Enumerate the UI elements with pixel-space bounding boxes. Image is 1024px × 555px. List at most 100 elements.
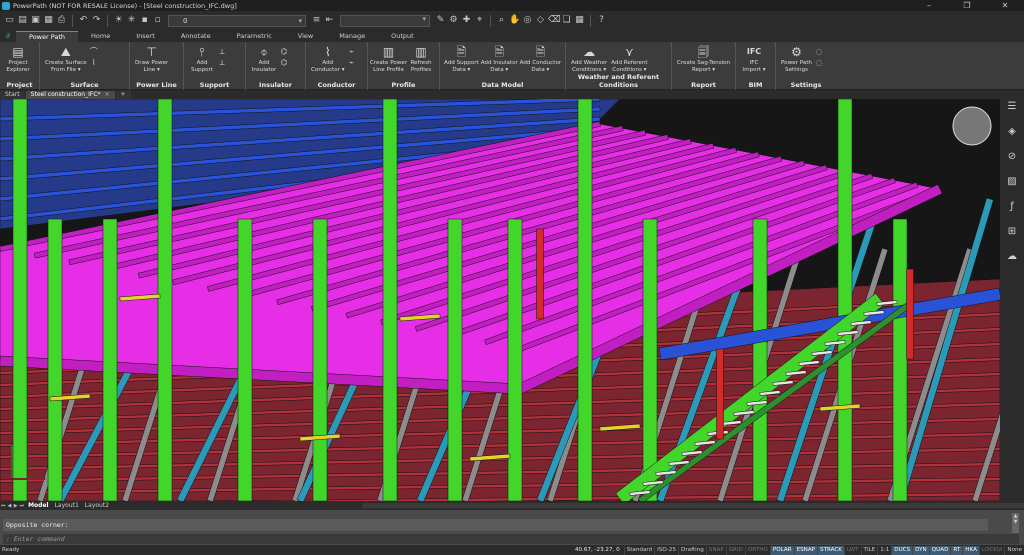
status-toggle-iso-25[interactable]: ISO-25 — [654, 545, 678, 555]
create-profile-button[interactable]: ▥ Create Power Line Profile — [370, 44, 407, 73]
new-tab-icon[interactable]: + — [115, 91, 131, 99]
close-tab-icon[interactable]: × — [105, 91, 110, 98]
status-toggle-snap[interactable]: SNAP — [705, 545, 726, 555]
status-toggle-lockui[interactable]: LOCKUI — [978, 545, 1005, 555]
tab-manage[interactable]: Manage — [326, 31, 378, 42]
status-toggle-drafting[interactable]: Drafting — [678, 545, 706, 555]
attach-clip-icon[interactable]: ⊘ — [1005, 150, 1019, 164]
status-toggle-none[interactable]: None — [1004, 545, 1024, 555]
tab-layout2[interactable]: Layout2 — [82, 502, 112, 509]
status-toggle-dyn[interactable]: DYN — [912, 545, 929, 555]
print-icon[interactable]: ⎙ — [56, 15, 67, 26]
tab-home[interactable]: Home — [78, 31, 123, 42]
layer-manager-icon[interactable]: ≡ — [311, 15, 322, 26]
tab-parametric[interactable]: Parametric — [224, 31, 285, 42]
create-report-button[interactable]: 🗐 Create Sag-Tension Report ▾ — [677, 44, 730, 73]
add-referent-button[interactable]: ⋎ Add Referent Conditions ▾ — [611, 44, 647, 73]
refresh-profiles-button[interactable]: ▥ Refresh Profiles — [408, 44, 434, 73]
tab-output[interactable]: Output — [378, 31, 427, 42]
layer-freeze-icon[interactable]: ✳ — [126, 15, 137, 26]
erase-icon[interactable]: ⌫ — [548, 15, 561, 26]
status-toggle-polar[interactable]: POLAR — [769, 545, 794, 555]
help-icon[interactable]: ? — [596, 15, 607, 26]
support-move-icon[interactable]: ⟂ — [217, 58, 227, 67]
tab-annotate[interactable]: Annotate — [168, 31, 224, 42]
horizontal-scrollbar[interactable] — [362, 503, 1024, 508]
insulator-move-icon[interactable]: ⌬ — [279, 58, 289, 67]
redo-icon[interactable]: ↷ — [91, 15, 102, 26]
tab-document[interactable]: Steel construction_IFC* × — [25, 91, 115, 99]
add-insulator-button[interactable]: ⌽ Add Insulator — [251, 44, 277, 73]
open-folder-icon[interactable]: ▤ — [17, 15, 28, 26]
tab-start[interactable]: Start — [0, 91, 25, 99]
view-cube-icon[interactable]: ◇ — [535, 15, 546, 26]
draw-power-line-button[interactable]: ⊤ Draw Power Line ▾ — [135, 44, 168, 73]
layer-previous-icon[interactable]: ⇤ — [324, 15, 335, 26]
support-edit-icon[interactable]: ⟂ — [217, 47, 227, 56]
status-toggle-quad[interactable]: QUAD — [928, 545, 951, 555]
save-icon[interactable]: ▣ — [30, 15, 41, 26]
status-toggle-hka[interactable]: HKA — [962, 545, 979, 555]
orbit-icon[interactable]: ◎ — [522, 15, 533, 26]
tab-insert[interactable]: Insert — [123, 31, 168, 42]
drawing-canvas[interactable] — [0, 99, 1000, 501]
settings-help-icon[interactable]: ◌ — [814, 47, 824, 56]
layers-stack-icon[interactable]: ◈ — [1005, 125, 1019, 139]
layer-bulb-icon[interactable]: ☀ — [113, 15, 124, 26]
tab-model[interactable]: Model — [25, 502, 52, 509]
status-toggle-standard[interactable]: Standard — [623, 545, 654, 555]
ifc-import-button[interactable]: IFC IFC Import ▾ — [741, 44, 767, 73]
add-support-button[interactable]: ⫯ Add Support — [189, 44, 215, 73]
new-file-icon[interactable]: ▭ — [4, 15, 15, 26]
project-explorer-button[interactable]: ▤ Project Explorer — [5, 44, 31, 73]
cloud-upload-icon[interactable]: ☁ — [1005, 250, 1019, 264]
add-conductor-button[interactable]: ⌇ Add Conductor ▾ — [311, 44, 345, 73]
structure-tree-icon[interactable]: ⊞ — [1005, 225, 1019, 239]
insulator-edit-icon[interactable]: ⌬ — [279, 47, 289, 56]
power-path-settings-button[interactable]: ⚙ Power Path Settings — [781, 44, 812, 73]
conductor-move-icon[interactable]: ⌁ — [347, 58, 357, 67]
view-cube-icon[interactable] — [952, 106, 992, 146]
create-surface-button[interactable]: ⛰ Create Surface From File ▾ — [45, 44, 87, 73]
measure-icon[interactable]: ⌖ — [474, 15, 485, 26]
conductor-edit-icon[interactable]: ⌁ — [347, 47, 357, 56]
calculator-icon[interactable]: ▦ — [574, 15, 585, 26]
function-fx-icon[interactable]: ƒ — [1005, 200, 1019, 214]
copy-icon[interactable]: ❏ — [561, 15, 572, 26]
color-dropdown[interactable] — [340, 14, 430, 27]
match-props-icon[interactable]: ✎ — [435, 15, 446, 26]
close-icon[interactable]: ✕ — [986, 0, 1024, 11]
layer-dropdown[interactable]: 0 — [168, 14, 306, 27]
status-toggle-grid[interactable]: GRID — [725, 545, 745, 555]
status-toggle-esnap[interactable]: ESNAP — [793, 545, 818, 555]
command-scrollbar[interactable]: ▲ ▼ — [1012, 513, 1019, 533]
tab-layout1[interactable]: Layout1 — [52, 502, 82, 509]
hatch-icon[interactable]: ▨ — [1005, 175, 1019, 189]
tab-view[interactable]: View — [285, 31, 326, 42]
status-toggle-lwt[interactable]: LWT — [843, 545, 861, 555]
layer-print-icon[interactable]: ▫ — [152, 15, 163, 26]
command-input[interactable]: : Enter command — [3, 534, 1019, 544]
surface-edit-icon[interactable]: ⌇ — [89, 58, 99, 67]
zoom-icon[interactable]: ⌕ — [496, 15, 507, 26]
status-toggle-strack[interactable]: STRACK — [817, 545, 844, 555]
surface-tool-icon[interactable]: ⌒ — [89, 47, 99, 56]
undo-icon[interactable]: ↶ — [78, 15, 89, 26]
minimize-icon[interactable]: – — [910, 0, 948, 11]
tab-power-path[interactable]: Power Path — [16, 31, 78, 42]
pan-icon[interactable]: ✋ — [509, 15, 520, 26]
add-insulator-data-button[interactable]: 🗎 Add Insulator Data ▾ — [481, 44, 518, 73]
status-toggle-rt[interactable]: RT — [950, 545, 963, 555]
settings-info-icon[interactable]: ◌ — [814, 58, 824, 67]
status-toggle-ortho[interactable]: ORTHO — [744, 545, 770, 555]
add-conductor-data-button[interactable]: 🗎 Add Conductor Data ▾ — [520, 44, 562, 73]
save-as-icon[interactable]: ▦ — [43, 15, 54, 26]
status-toggle-tile[interactable]: TILE — [860, 545, 878, 555]
layer-lock-icon[interactable]: ▪ — [139, 15, 150, 26]
properties-icon[interactable]: ⚙ — [448, 15, 459, 26]
properties-sliders-icon[interactable]: ☰ — [1005, 100, 1019, 114]
maximize-icon[interactable]: ❐ — [948, 0, 986, 11]
add-support-data-button[interactable]: 🗎 Add Support Data ▾ — [444, 44, 479, 73]
status-toggle-ducs[interactable]: DUCS — [891, 545, 913, 555]
snap-icon[interactable]: ✚ — [461, 15, 472, 26]
